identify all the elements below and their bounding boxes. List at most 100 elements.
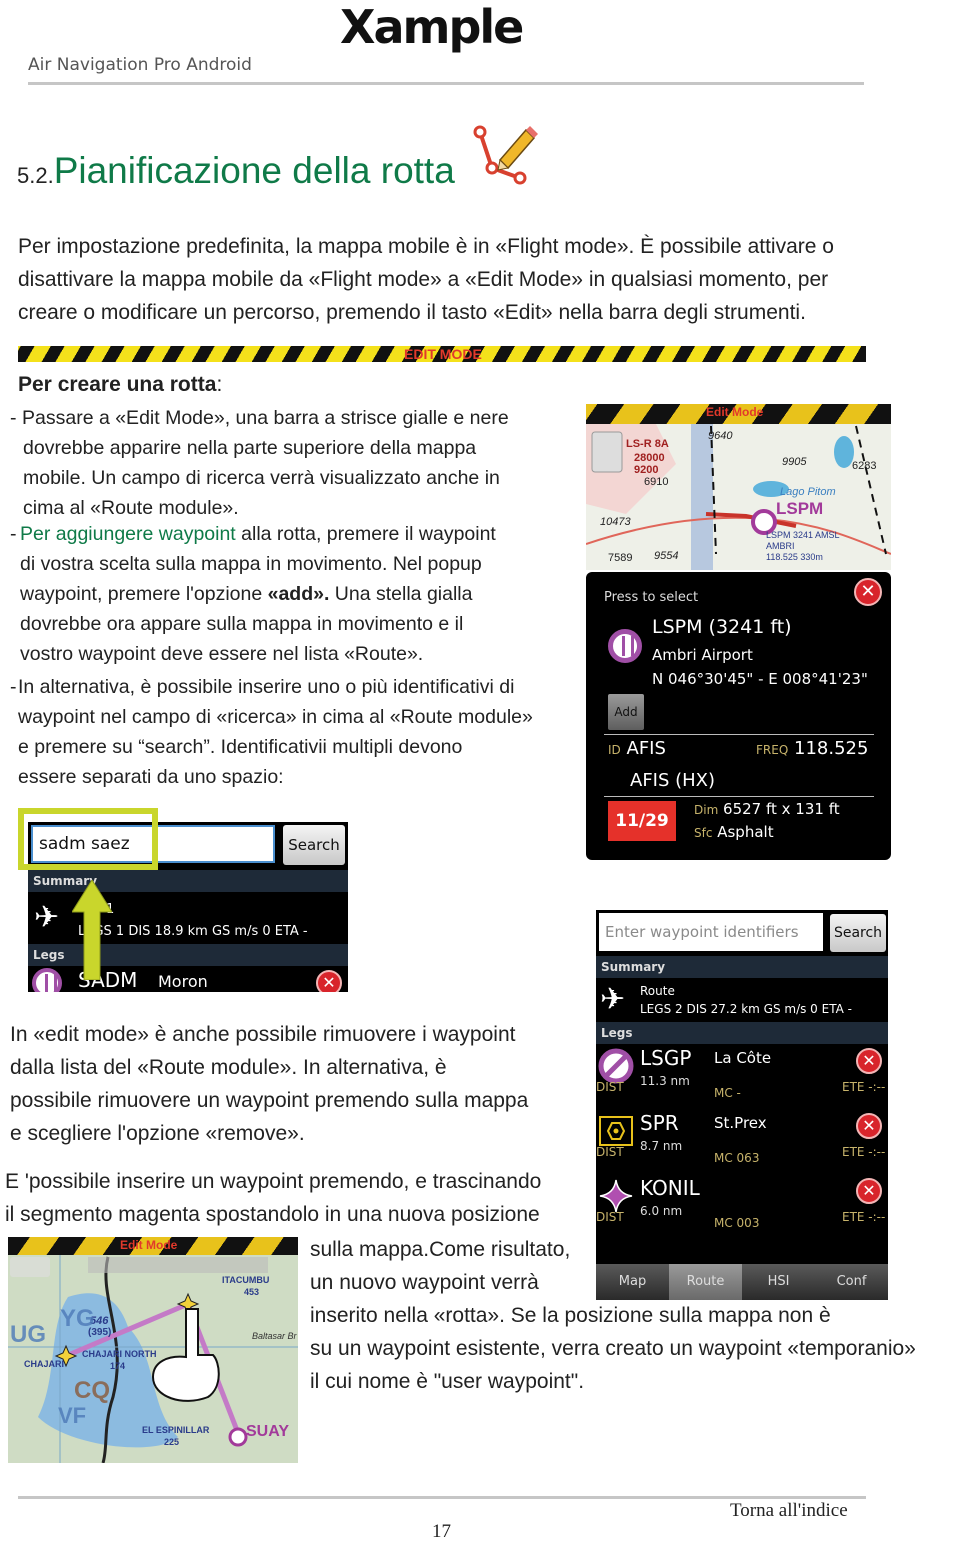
step-line: alla rotta, premere il waypoint — [235, 523, 496, 545]
map-label: 9905 — [782, 456, 807, 468]
waypoint-identifiers-input[interactable]: Enter waypoint identifiers — [599, 913, 823, 951]
id-row: ID AFIS — [608, 738, 666, 759]
map-label: AMBRI — [766, 541, 795, 551]
remove-leg-button[interactable]: ✕ — [316, 970, 342, 992]
leg-name: La Côte — [714, 1049, 772, 1067]
howto-heading-colon: : — [216, 373, 223, 396]
edit-mode-banner-label: Edit Mode — [120, 1238, 178, 1252]
popup-hint: Press to select — [604, 590, 699, 605]
airport-icon — [608, 629, 642, 663]
vor-icon — [599, 1116, 633, 1146]
route-stats: LEGS 2 DIS 27.2 km GS m/s 0 ETA - — [640, 1002, 852, 1016]
airport-icon — [598, 1048, 634, 1084]
dist-label: DIST — [596, 1080, 624, 1094]
leg-name: St.Prex — [714, 1114, 767, 1132]
map-label: LS-R 8A — [626, 438, 669, 450]
bullet-dash: - — [10, 523, 17, 545]
leg-name: Moron — [158, 972, 208, 991]
section-number: 5.2. — [17, 163, 54, 188]
waypoint-popup: Press to select ✕ LSPM (3241 ft) Ambri A… — [586, 572, 891, 860]
step-line: In alternativa, è possibile inserire uno… — [18, 676, 515, 698]
intro-paragraph: Per impostazione predefinita, la mappa m… — [18, 230, 834, 329]
map-label: LSPM 3241 AMSL — [766, 530, 840, 540]
step-highlight: Per aggiungere waypoint — [20, 523, 236, 545]
map-label: CHAJARI NORTH — [82, 1349, 157, 1359]
airport-label[interactable]: SUAY — [246, 1423, 289, 1441]
step-line: dovrebbe ora appare sulla mappa in movim… — [20, 613, 464, 635]
id-value: AFIS — [626, 738, 666, 759]
page-number: 17 — [432, 1521, 451, 1542]
search-button[interactable]: Search — [283, 825, 345, 865]
route-plane-icon: ✈ — [34, 900, 60, 935]
map-label: 28000 — [634, 452, 665, 464]
bullet-dash: - — [10, 407, 17, 429]
howto-heading-text: Per creare una rotta — [18, 373, 217, 396]
legs-header: Legs — [596, 1022, 888, 1044]
paragraph-line: possibile rimuovere un waypoint premendo… — [10, 1089, 529, 1112]
map-label: 118.525 330m — [766, 552, 823, 562]
paragraph-line: sulla mappa.Come risultato, — [310, 1238, 571, 1261]
back-to-index-link[interactable]: Torna all'indice — [730, 1500, 848, 1522]
map-label: 6910 — [644, 476, 669, 488]
waypoint-coordinates: N 046°30'45" - E 008°41'23" — [652, 670, 868, 688]
map-background — [586, 424, 891, 570]
map-label: Baltasar Br — [252, 1331, 297, 1341]
popup-divider — [604, 734, 874, 735]
step-line: di vostra scelta sulla mappa in moviment… — [20, 553, 482, 575]
step-line: waypoint nel campo di «ricerca» in cima … — [18, 706, 533, 728]
brand-logo: Xample — [340, 0, 524, 54]
route-label: Route — [640, 984, 675, 998]
step-line: e premere su “search”. Identificativii m… — [18, 736, 463, 758]
step-line: mobile. Un campo di ricerca verrà visual… — [23, 467, 500, 489]
leg-row[interactable]: LSGP La Côte DIST 11.3 nm MC - ETE -:-- … — [596, 1046, 888, 1111]
close-popup-button[interactable]: ✕ — [854, 578, 882, 606]
map-label: 6283 — [852, 460, 877, 472]
leg-code: KONIL — [640, 1176, 700, 1200]
service-name: AFIS (HX) — [630, 770, 716, 791]
edit-mode-label: EDIT MODE — [404, 346, 482, 362]
intro-line: disattivare la mappa mobile da «Flight m… — [18, 268, 829, 291]
drag-paragraph: E 'possibile inserire un waypoint premen… — [5, 1165, 541, 1231]
intersection-star-icon — [599, 1179, 633, 1213]
header-divider — [28, 82, 864, 85]
runway-dimensions: Dim 6527 ft x 131 ft — [694, 800, 840, 818]
map-label: ITACUMBU — [222, 1275, 270, 1285]
dim-value: 6527 ft x 131 ft — [723, 800, 840, 818]
map-label: 174 — [110, 1361, 126, 1371]
step-1: - Passare a «Edit Mode», una barra a stri… — [10, 403, 533, 523]
airport-icon — [32, 968, 62, 992]
runway-surface: Sfc Asphalt — [694, 823, 774, 841]
step-line: dovrebbe apparire nella parte superiore … — [23, 437, 477, 459]
step-line: waypoint, premere l'opzione — [20, 583, 268, 605]
leg-row[interactable]: KONIL DIST 6.0 nm MC 003 ETE -:-- ✕ — [596, 1176, 888, 1241]
step-line: vostro waypoint deve essere nel lista «R… — [20, 643, 424, 665]
leg-row[interactable]: SPR St.Prex DIST 8.7 nm MC 063 ETE -:-- … — [596, 1111, 888, 1176]
route-edit-pencil-icon — [473, 125, 538, 185]
add-waypoint-button[interactable]: Add — [608, 694, 644, 730]
dist-label: DIST — [596, 1210, 624, 1224]
leg-distance: 11.3 nm — [640, 1074, 690, 1088]
popup-divider — [604, 796, 874, 797]
id-label: ID — [608, 743, 621, 757]
map-label: 9200 — [634, 464, 659, 476]
leg-ete: ETE -:-- — [842, 1210, 886, 1224]
freq-value: 118.525 — [794, 738, 869, 759]
remove-leg-button[interactable]: ✕ — [856, 1048, 882, 1074]
search-button[interactable]: Search — [830, 914, 886, 952]
footer-divider — [18, 1496, 866, 1499]
bullet-dash: - — [10, 676, 17, 698]
map-label: 453 — [244, 1287, 260, 1297]
map-label: Lago Pitom — [780, 486, 836, 498]
remove-leg-button[interactable]: ✕ — [856, 1178, 882, 1204]
step-line: Passare a «Edit Mode», una barra a stris… — [22, 407, 509, 429]
dist-label: DIST — [596, 1145, 624, 1159]
remove-leg-button[interactable]: ✕ — [856, 1113, 882, 1139]
paragraph-line: un nuovo waypoint verrà — [310, 1271, 539, 1294]
remove-paragraph: In «edit mode» è anche possibile rimuove… — [10, 1018, 528, 1150]
summary-stats: LEGS 1 DIS 18.9 km GS m/s 0 ETA - — [78, 924, 308, 939]
airport-label[interactable]: LSPM — [776, 499, 823, 519]
map-label: 9554 — [654, 550, 679, 562]
map-label: VF — [58, 1403, 87, 1428]
paragraph-line: E 'possibile inserire un waypoint premen… — [5, 1170, 542, 1193]
waypoint-name: LSPM (3241 ft) — [652, 616, 792, 638]
